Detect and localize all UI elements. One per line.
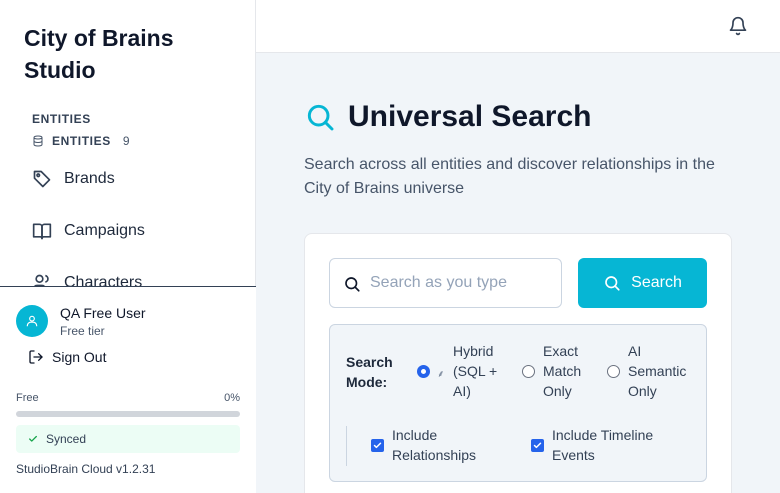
page-description: Search across all entities and discover … — [304, 156, 715, 197]
sidebar-item-brands[interactable]: Brands — [32, 169, 115, 189]
app-brand: City of Brains Studio — [24, 25, 174, 83]
checkmark-icon — [373, 442, 382, 449]
sidebar-item-label: Brands — [64, 170, 115, 187]
radio-exact-match-label: Exact Match Only — [543, 343, 582, 399]
search-icon — [605, 276, 620, 291]
user-icon — [26, 315, 38, 327]
plan-label: Free — [16, 392, 39, 404]
search-icon — [345, 277, 360, 292]
bell-icon[interactable] — [728, 16, 748, 36]
search-input[interactable] — [370, 259, 555, 307]
page-title: Universal Search — [348, 100, 592, 133]
options-divider — [346, 426, 347, 466]
book-open-icon — [32, 223, 52, 240]
entities-group-label: ENTITIES — [52, 134, 111, 148]
sign-out-label: Sign Out — [52, 349, 107, 365]
sidebar-item-label: Campaigns — [64, 222, 145, 239]
search-button[interactable]: Search — [578, 258, 707, 308]
top-bar — [256, 0, 780, 53]
database-icon — [33, 135, 43, 147]
include-timeline-events-checkbox[interactable] — [531, 439, 544, 452]
usage-progress-bar — [16, 411, 240, 417]
radio-ai-semantic-label: AI Semantic Only — [628, 343, 687, 399]
page-header: Universal Search — [304, 100, 591, 134]
sync-status-label: Synced — [46, 432, 87, 446]
account-panel: QA Free User Free tier Sign Out Free 0% … — [0, 286, 256, 493]
radio-ai-semantic[interactable] — [607, 365, 620, 378]
search-mode-label: Search Mode: — [346, 354, 393, 390]
tag-icon — [33, 170, 51, 188]
check-icon — [29, 435, 37, 442]
radio-hybrid[interactable] — [417, 365, 430, 378]
entities-count: 9 — [122, 134, 130, 148]
search-icon — [307, 104, 334, 131]
app-version: StudioBrain Cloud v1.2.31 — [16, 462, 156, 476]
radio-hybrid-label: Hybrid (SQL + AI) — [453, 343, 498, 399]
search-button-label: Search — [631, 274, 682, 291]
sparkle-icon: ⸙ — [437, 369, 445, 380]
avatar[interactable] — [16, 305, 48, 337]
radio-exact-match[interactable] — [522, 365, 535, 378]
checkmark-icon — [533, 442, 542, 449]
section-label-entities: ENTITIES — [32, 112, 91, 126]
sidebar-item-campaigns[interactable]: Campaigns — [32, 221, 145, 241]
user-name: QA Free User — [60, 305, 146, 321]
include-relationships-checkbox[interactable] — [371, 439, 384, 452]
include-timeline-events-label: Include Timeline Events — [552, 427, 654, 463]
plan-usage-percent: 0% — [224, 392, 240, 404]
log-out-icon — [29, 350, 43, 364]
entities-group-header[interactable]: ENTITIES 9 — [32, 134, 130, 148]
sync-status-badge: Synced — [16, 425, 240, 453]
include-relationships-label: Include Relationships — [392, 427, 477, 463]
search-field[interactable] — [329, 258, 562, 308]
sidebar: City of Brains Studio ENTITIES ENTITIES … — [0, 0, 256, 493]
user-tier: Free tier — [60, 324, 105, 338]
sign-out-button[interactable]: Sign Out — [28, 349, 106, 365]
